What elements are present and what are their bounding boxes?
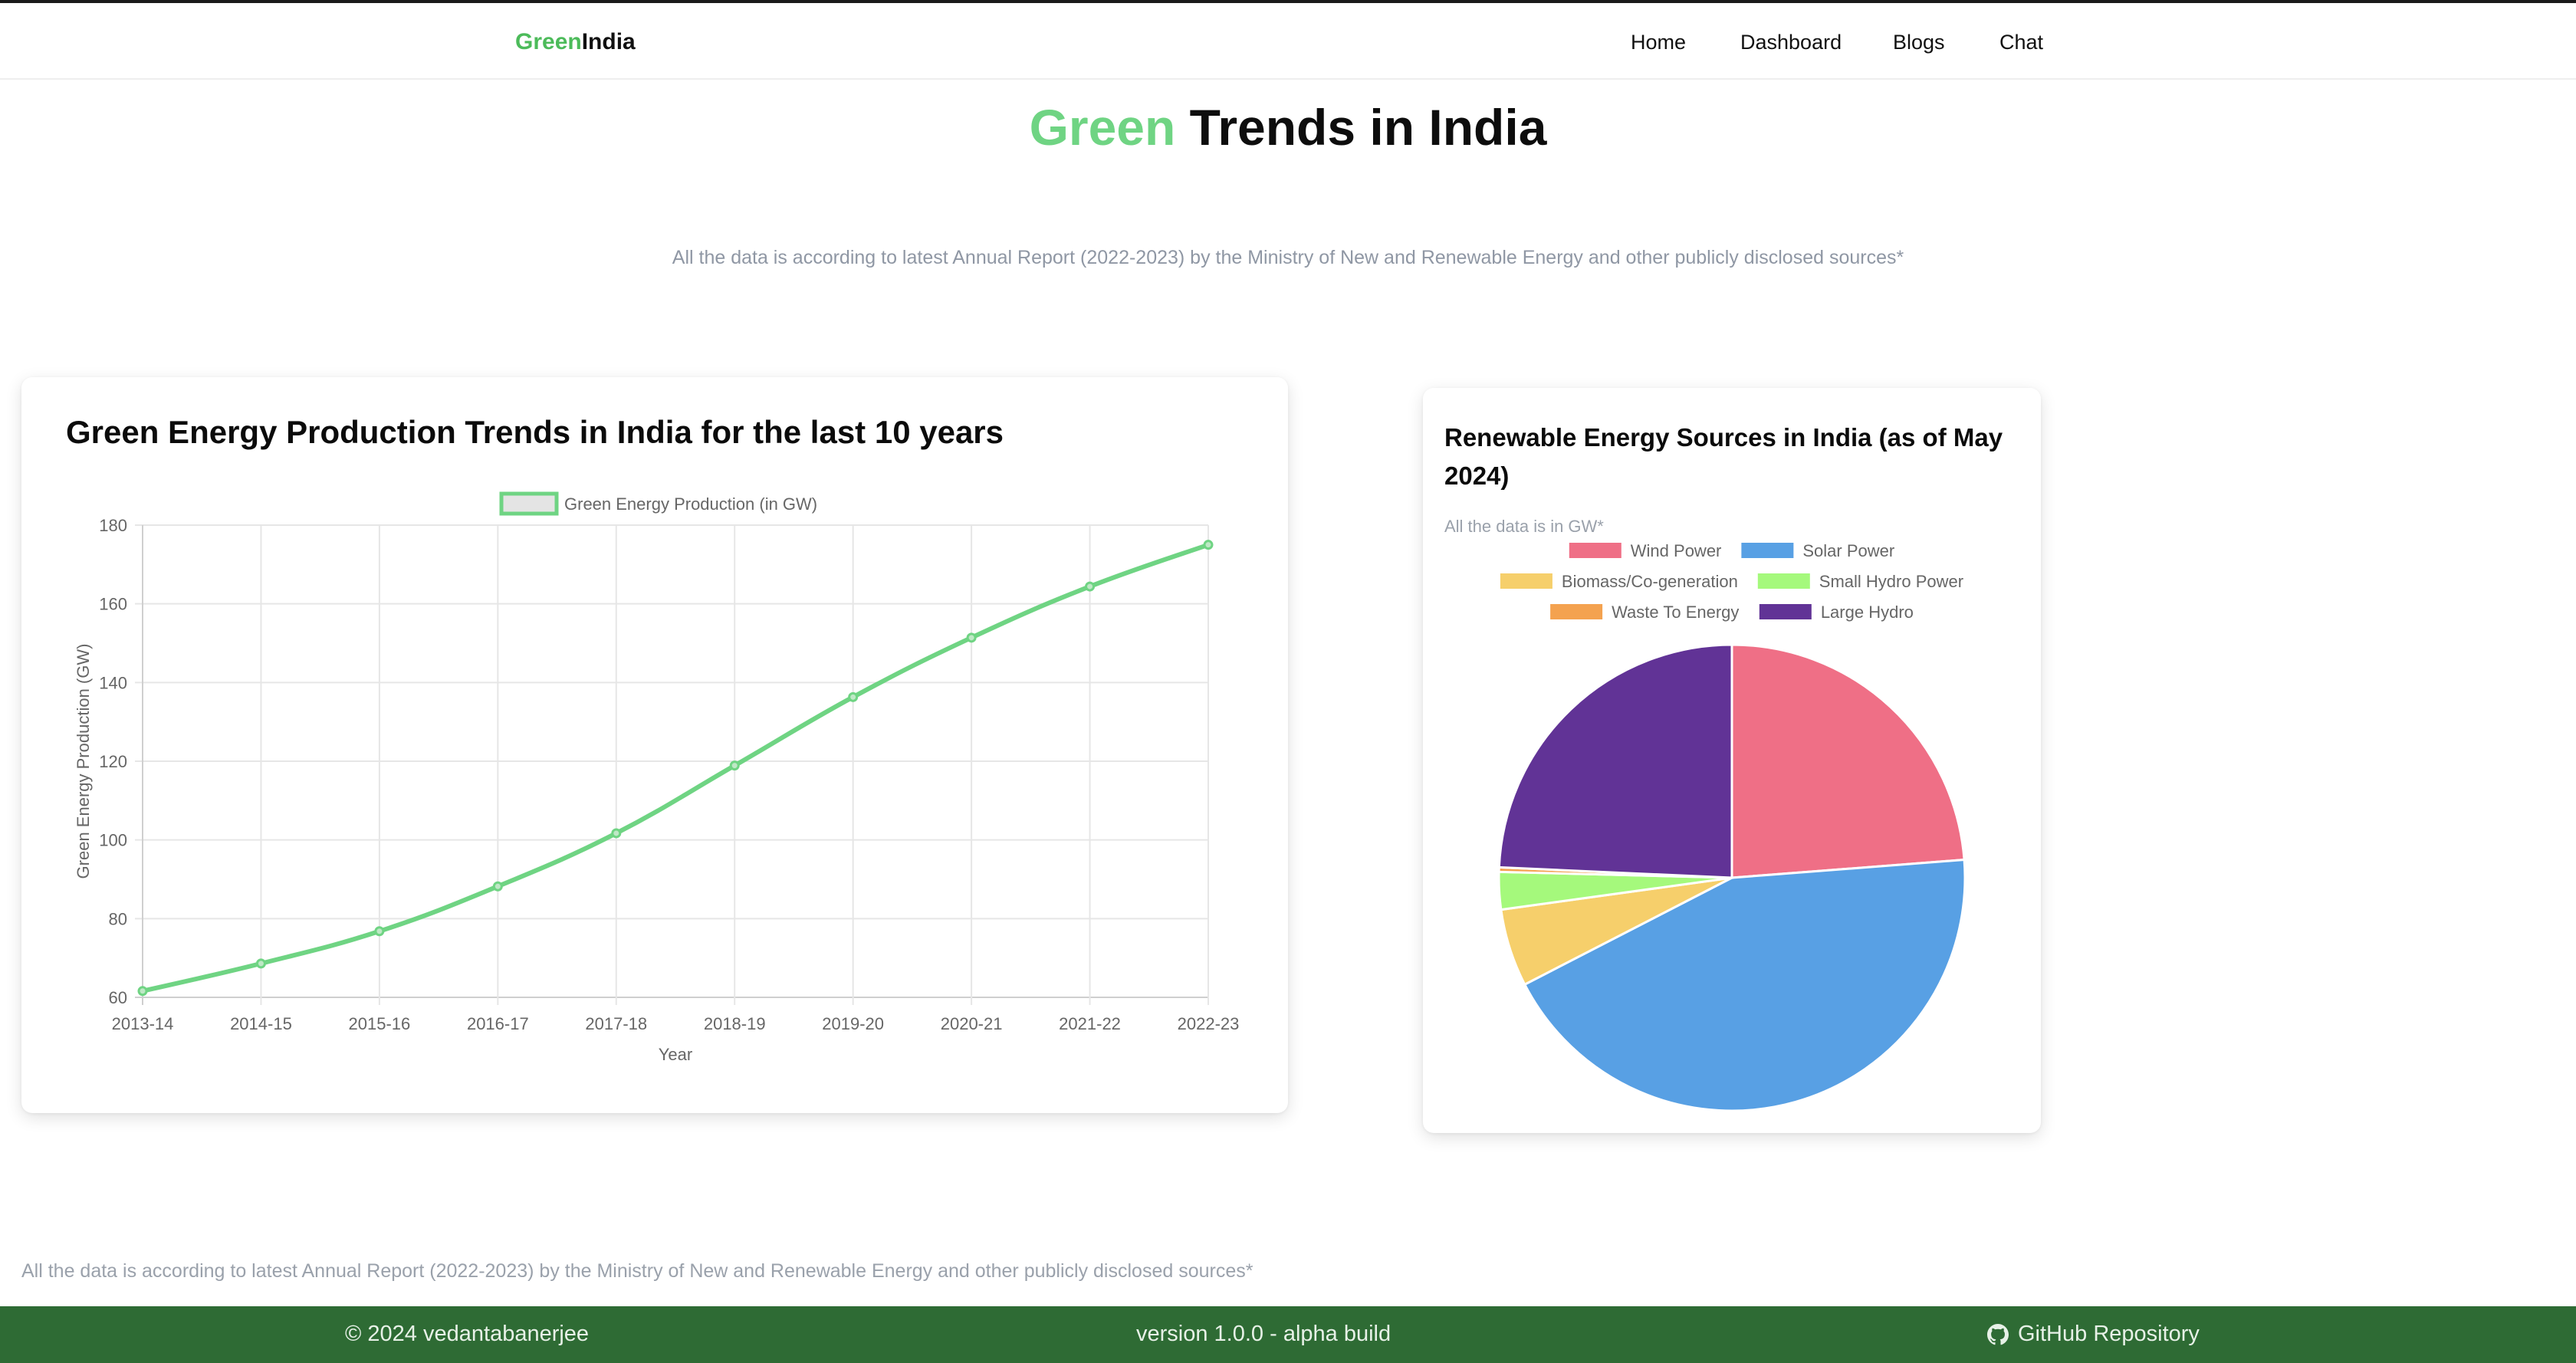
x-tick-label: 2017-18 [585, 1014, 647, 1033]
legend-label: Wind Power [1631, 541, 1722, 560]
legend-label: Waste To Energy [1612, 603, 1739, 622]
y-axis-title: Green Energy Production (GW) [74, 644, 93, 879]
legend-label: Green Energy Production (in GW) [564, 494, 817, 514]
series-line [142, 542, 1209, 994]
brand-green: Green [515, 29, 582, 54]
data-point [374, 926, 385, 937]
brand-logo[interactable]: GreenIndia [515, 29, 636, 55]
y-tick-label: 180 [99, 516, 127, 535]
page-subtitle: All the data is according to latest Annu… [672, 247, 1904, 268]
footer-copyright: © 2024 vedantabanerjee [345, 1322, 590, 1346]
legend-swatch [1569, 543, 1622, 558]
legend-label: Biomass/Co-generation [1562, 572, 1738, 591]
nav-blogs[interactable]: Blogs [1893, 31, 1945, 54]
x-axis-title: Year [659, 1045, 692, 1064]
nav-home[interactable]: Home [1631, 31, 1686, 54]
data-point [611, 828, 622, 839]
data-point [966, 632, 977, 643]
line-chart: 60 80 100 120 140 160 180 2013-14 2014-15 2015-16… [74, 491, 1240, 1064]
y-tick-label: 160 [99, 595, 127, 614]
pie-chart-card: Renewable Energy Sources in India (as of… [1423, 388, 2041, 1133]
footer-version: version 1.0.0 - alpha build [1136, 1322, 1392, 1346]
github-link[interactable]: GitHub Repository [1987, 1322, 2200, 1347]
x-tick-label: 2016-17 [467, 1014, 529, 1033]
legend-label: Large Hydro [1821, 603, 1914, 622]
pie-slice [1730, 643, 1966, 879]
nav-chat[interactable]: Chat [1999, 31, 2043, 54]
x-tick-label: 2013-14 [112, 1014, 174, 1033]
page-title: Green Trends in India [0, 98, 2576, 156]
github-icon [1987, 1324, 2009, 1345]
data-point [729, 760, 740, 771]
data-point [137, 986, 148, 997]
y-tick-label: 60 [109, 988, 127, 1007]
data-point [1085, 581, 1096, 592]
x-tick-label: 2014-15 [230, 1014, 292, 1033]
data-point [1203, 540, 1214, 550]
legend-label: Small Hydro Power [1819, 572, 1963, 591]
x-tick-label: 2018-19 [704, 1014, 766, 1033]
data-point [255, 958, 266, 969]
legend-swatch [1741, 543, 1794, 558]
page-title-green: Green [1029, 99, 1176, 156]
x-tick-label: 2020-21 [941, 1014, 1003, 1033]
legend-swatch [1500, 573, 1552, 589]
github-link-label: GitHub Repository [2018, 1322, 2200, 1346]
navbar: GreenIndia Home Dashboard Blogs Chat [0, 3, 2576, 80]
legend-swatch [1550, 604, 1603, 619]
footer-note: All the data is according to latest Annu… [21, 1260, 1254, 1282]
legend-swatch [499, 491, 559, 516]
pie-slice [1497, 643, 1733, 879]
page-title-rest: Trends in India [1175, 99, 1547, 156]
x-tick-label: 2021-22 [1059, 1014, 1121, 1033]
y-tick-label: 80 [109, 909, 127, 928]
data-point [492, 881, 503, 892]
y-tick-label: 140 [99, 673, 127, 692]
y-tick-label: 100 [99, 831, 127, 850]
y-tick-label: 120 [99, 752, 127, 771]
x-tick-label: 2019-20 [822, 1014, 884, 1033]
pie-chart: Wind Power Solar Power Biomass/Co-generati… [1497, 541, 1967, 1112]
data-point [848, 691, 859, 702]
footer: © 2024 vedantabanerjee version 1.0.0 - a… [0, 1306, 2576, 1363]
legend-swatch [1759, 604, 1812, 619]
x-tick-label: 2015-16 [349, 1014, 411, 1033]
line-chart-card: Green Energy Production Trends in India … [21, 377, 1288, 1113]
legend-swatch [1757, 573, 1810, 589]
x-tick-label: 2022-23 [1178, 1014, 1240, 1033]
nav-dashboard[interactable]: Dashboard [1740, 31, 1842, 54]
brand-rest: India [581, 29, 636, 54]
legend-label: Solar Power [1802, 541, 1894, 560]
